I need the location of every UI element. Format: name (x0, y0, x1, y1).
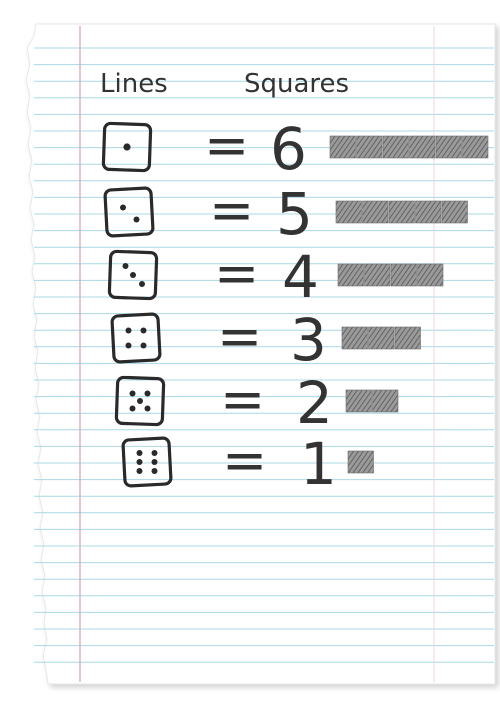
shaded-square (347, 450, 374, 474)
equals-sign: = (209, 179, 254, 242)
shaded-square (345, 389, 372, 413)
equals-sign: = (214, 242, 259, 305)
die-pip (120, 204, 126, 211)
shaded-square (415, 200, 442, 224)
shaded-square (441, 200, 468, 224)
shaded-square (368, 326, 395, 350)
header-lines-label: Lines (100, 69, 168, 99)
die-pip (144, 390, 151, 397)
equals-sign: = (217, 305, 262, 368)
die-pip (140, 327, 147, 334)
shaded-square (382, 135, 409, 159)
notebook-page-stage: Lines Squares = 6 = 5 = 4 = 3 = 2 = 1 (0, 0, 500, 709)
shaded-square (356, 135, 383, 159)
die-pip (140, 342, 147, 349)
count-number: 1 (300, 430, 337, 498)
equals-sign: = (222, 429, 267, 492)
shaded-square (337, 263, 364, 287)
shaded-square (409, 135, 436, 159)
shaded-square (394, 326, 421, 350)
die-pip (130, 272, 136, 278)
count-number: 6 (270, 115, 307, 183)
die-pip (151, 459, 158, 465)
count-number: 4 (282, 243, 319, 311)
shaded-square (362, 200, 389, 224)
notebook-sheet: Lines Squares = 6= 5= 4= 3= 2= 1 (25, 23, 496, 685)
die-pip (151, 450, 158, 456)
shaded-square (388, 200, 415, 224)
die-pip (144, 405, 151, 412)
die-pip (123, 143, 131, 151)
header-squares-label: Squares (244, 69, 349, 99)
shaded-square (341, 326, 368, 350)
die-pip (122, 263, 129, 269)
shaded-square (390, 263, 417, 287)
count-number: 5 (276, 180, 313, 248)
shaded-square (329, 135, 356, 159)
die-pip (139, 281, 145, 287)
count-number: 3 (290, 306, 327, 374)
die-pip (151, 468, 158, 474)
shaded-square (372, 389, 399, 413)
shaded-square (364, 263, 391, 287)
shaded-square (335, 200, 362, 224)
die-pip (129, 405, 136, 412)
shaded-square (435, 135, 462, 159)
equals-sign: = (220, 368, 265, 431)
die-pip (125, 327, 132, 334)
die-pip (133, 216, 140, 223)
equals-sign: = (204, 114, 249, 177)
shaded-square (462, 135, 489, 159)
die-pip (125, 342, 132, 349)
die-pip (136, 459, 143, 465)
die-pip (136, 450, 143, 456)
shaded-square (417, 263, 444, 287)
die-pip (137, 398, 143, 404)
die-pip (129, 390, 136, 397)
die-pip (136, 468, 143, 474)
count-number: 2 (296, 369, 333, 437)
